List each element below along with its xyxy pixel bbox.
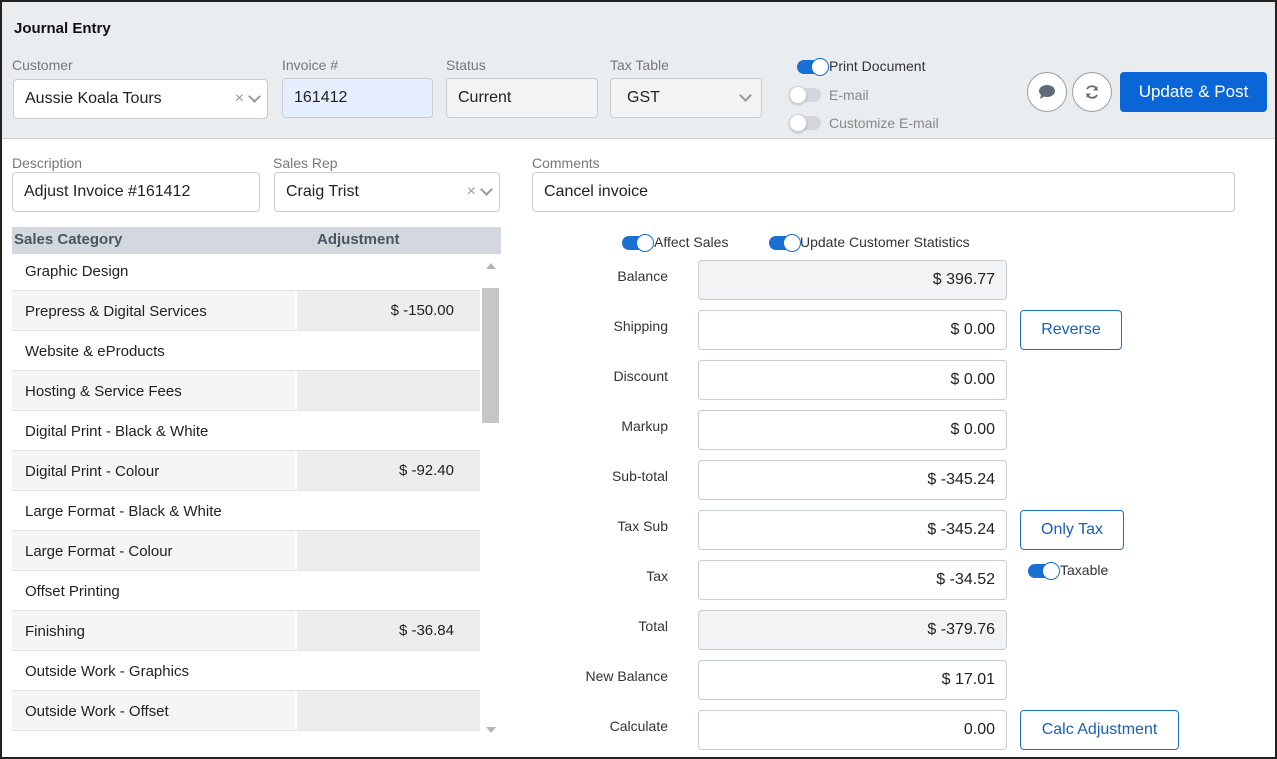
balance-field: $ 396.77 [698, 260, 1007, 300]
scroll-up-arrow-icon[interactable] [486, 263, 496, 269]
customize-email-label: Customize E-mail [829, 115, 939, 131]
status-field: Current [446, 78, 598, 118]
table-row[interactable]: Digital Print - Black & White [12, 411, 480, 451]
description-label: Description [12, 155, 83, 171]
new-balance-field[interactable]: $ 17.01 [698, 660, 1007, 700]
calculate-field[interactable]: 0.00 [698, 710, 1007, 750]
invoice-value: 161412 [294, 89, 348, 106]
refresh-icon [1086, 85, 1098, 99]
tax-table-select[interactable]: GST [610, 78, 762, 118]
scroll-down-arrow-icon[interactable] [486, 727, 496, 733]
invoice-field[interactable]: 161412 [282, 78, 433, 118]
print-document-toggle[interactable] [797, 58, 829, 76]
sales-rep-value: Craig Trist [286, 183, 359, 200]
chevron-down-icon[interactable] [248, 90, 261, 103]
calc-adjustment-button[interactable]: Calc Adjustment [1020, 710, 1179, 750]
comments-field[interactable]: Cancel invoice [532, 172, 1235, 212]
subtotal-field[interactable]: $ -345.24 [698, 460, 1007, 500]
customer-label: Customer [12, 57, 73, 73]
header-panel: Journal Entry Customer Aussie Koala Tour… [2, 2, 1275, 139]
tax-sub-label: Tax Sub [617, 518, 668, 534]
page-title: Journal Entry [14, 20, 111, 37]
comments-label: Comments [532, 155, 600, 171]
column-header-sales-category: Sales Category [14, 231, 123, 248]
taxable-label: Taxable [1060, 562, 1109, 578]
table-row[interactable]: Outside Work - Offset [12, 691, 480, 731]
clear-icon[interactable]: × [467, 183, 476, 201]
chevron-down-icon[interactable] [739, 89, 752, 102]
subtotal-label: Sub-total [611, 468, 668, 484]
scrollbar-thumb[interactable] [482, 288, 499, 423]
tax-table-label: Tax Table [610, 57, 669, 73]
update-customer-statistics-toggle[interactable] [769, 234, 801, 252]
tax-table-value: GST [627, 89, 660, 106]
tax-sub-field[interactable]: $ -345.24 [698, 510, 1007, 550]
print-document-label: Print Document [829, 58, 926, 74]
sales-rep-select[interactable]: Craig Trist × [274, 172, 500, 212]
table-row[interactable]: Graphic Design [12, 251, 480, 291]
status-label: Status [446, 57, 486, 73]
markup-label: Markup [621, 418, 668, 434]
markup-field[interactable]: $ 0.00 [698, 410, 1007, 450]
table-row[interactable]: Offset Printing [12, 571, 480, 611]
customer-value: Aussie Koala Tours [25, 90, 162, 107]
balance-label: Balance [617, 268, 668, 284]
status-value: Current [458, 89, 512, 106]
sales-rep-label: Sales Rep [273, 155, 338, 171]
journal-entry-window: Journal Entry Customer Aussie Koala Tour… [0, 0, 1277, 759]
description-field[interactable]: Adjust Invoice #161412 [12, 172, 260, 212]
update-customer-statistics-label: Update Customer Statistics [800, 234, 970, 250]
chevron-down-icon[interactable] [480, 183, 493, 196]
clear-icon[interactable]: × [235, 90, 244, 108]
table-row[interactable]: Website & eProducts [12, 331, 480, 371]
email-label: E-mail [829, 87, 869, 103]
discount-label: Discount [613, 368, 668, 384]
table-row[interactable]: Finishing $ -36.84 [12, 611, 480, 651]
table-row[interactable]: Digital Print - Colour $ -92.40 [12, 451, 480, 491]
refresh-button[interactable] [1072, 72, 1112, 112]
only-tax-button[interactable]: Only Tax [1020, 510, 1124, 550]
customize-email-toggle[interactable] [789, 114, 821, 132]
invoice-label: Invoice # [282, 57, 339, 73]
taxable-toggle[interactable] [1028, 562, 1060, 580]
discount-field[interactable]: $ 0.00 [698, 360, 1007, 400]
description-value: Adjust Invoice #161412 [24, 183, 191, 200]
email-toggle[interactable] [789, 86, 821, 104]
comment-button[interactable] [1027, 72, 1067, 112]
comments-value: Cancel invoice [544, 183, 649, 200]
total-label: Total [638, 618, 668, 634]
new-balance-label: New Balance [585, 668, 669, 684]
column-header-adjustment: Adjustment [317, 231, 400, 248]
comment-icon [1039, 85, 1055, 99]
table-row[interactable]: Large Format - Colour [12, 531, 480, 571]
table-row[interactable]: Outside Work - Graphics [12, 651, 480, 691]
tax-field[interactable]: $ -34.52 [698, 560, 1007, 600]
shipping-field[interactable]: $ 0.00 [698, 310, 1007, 350]
affect-sales-toggle[interactable] [622, 234, 654, 252]
shipping-label: Shipping [613, 318, 669, 334]
total-field: $ -379.76 [698, 610, 1007, 650]
tax-label: Tax [646, 568, 668, 584]
affect-sales-label: Affect Sales [654, 234, 729, 250]
table-row[interactable]: Prepress & Digital Services $ -150.00 [12, 291, 480, 331]
calculate-label: Calculate [609, 718, 668, 734]
table-row[interactable]: Large Format - Black & White [12, 491, 480, 531]
table-header: Sales Category Adjustment [12, 227, 501, 254]
customer-select[interactable]: Aussie Koala Tours × [13, 79, 268, 119]
table-row[interactable]: Hosting & Service Fees [12, 371, 480, 411]
reverse-button[interactable]: Reverse [1020, 310, 1122, 350]
update-post-button[interactable]: Update & Post [1120, 72, 1267, 112]
